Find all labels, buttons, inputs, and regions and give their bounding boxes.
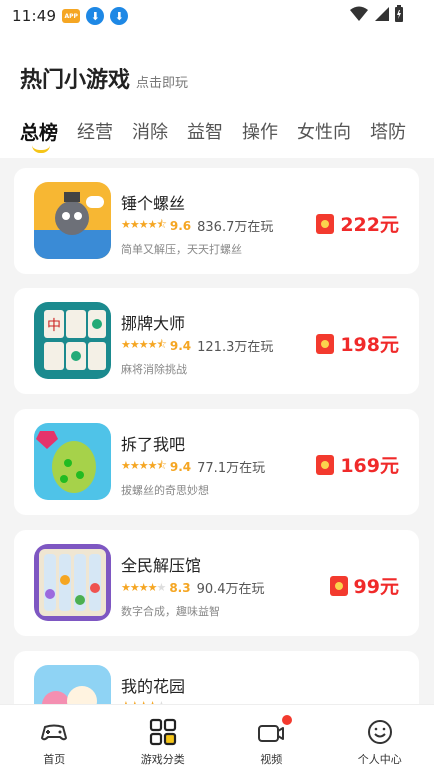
red-packet-icon <box>316 454 335 475</box>
player-count: 121.3万在玩 <box>197 340 274 355</box>
player-count: 90.4万在玩 <box>196 582 265 597</box>
red-packet-icon <box>329 575 348 596</box>
game-card[interactable]: 拆了我吧 ★★★★⯪ 9.4 77.1万在玩 拔螺丝的奇思妙想 169元 <box>14 409 419 515</box>
red-packet-icon <box>316 333 335 354</box>
wifi-icon <box>350 6 368 21</box>
category-tabs: 总榜 经营 消除 益智 操作 女性向 塔防 <box>20 118 425 153</box>
rating-row: ★★★★★ 8.3 90.4万在玩 <box>121 578 265 598</box>
nav-profile[interactable]: 个人中心 <box>326 705 434 772</box>
game-name: 全民解压馆 <box>121 556 202 575</box>
status-time: 11:49 <box>12 7 57 25</box>
page-title: 热门小游戏 <box>20 68 131 93</box>
game-list[interactable]: 锤个螺丝 ★★★★⯪ 9.6 836.7万在玩 简单又解压，天天打螺丝 222元… <box>0 158 434 704</box>
tab-active-indicator <box>32 145 50 153</box>
game-description: 拔螺丝的奇思妙想 <box>121 484 209 497</box>
tab-female[interactable]: 女性向 <box>297 118 351 145</box>
reward-amount: 198元 <box>340 334 399 356</box>
svg-text:中: 中 <box>47 318 61 334</box>
game-icon-mahjong: 中 <box>34 302 111 379</box>
nav-label: 个人中心 <box>357 753 402 766</box>
page-subtitle: 点击即玩 <box>136 76 189 91</box>
star-rating: ★★★★⯪ <box>121 338 167 351</box>
tab-action[interactable]: 操作 <box>242 118 278 145</box>
tab-label: 塔防 <box>370 122 407 143</box>
nav-video[interactable]: 视频 <box>217 705 326 772</box>
reward-amount: 169元 <box>340 455 399 477</box>
game-card[interactable]: 我的花园 ★★★★★ <box>14 651 419 704</box>
tab-business[interactable]: 经营 <box>77 118 113 145</box>
reward-amount: 99元 <box>353 576 399 598</box>
status-bar: 11:49 APP ⬇ ⬇ <box>0 0 434 32</box>
tab-match[interactable]: 消除 <box>132 118 168 145</box>
game-description: 麻将消除挑战 <box>121 363 187 376</box>
reward-amount: 222元 <box>340 214 399 236</box>
player-count: 77.1万在玩 <box>197 461 266 476</box>
smile-face-icon <box>367 720 392 744</box>
game-name: 挪牌大师 <box>121 314 186 333</box>
notification-dot <box>281 715 292 725</box>
star-rating: ★★★★★ <box>121 581 166 594</box>
tab-label: 女性向 <box>297 122 352 143</box>
rating-row: ★★★★⯪ 9.6 836.7万在玩 <box>121 216 273 235</box>
red-packet-icon <box>316 213 335 234</box>
app-notification-icon: APP <box>62 9 81 23</box>
reward-badge[interactable]: 198元 <box>316 330 399 357</box>
tab-puzzle[interactable]: 益智 <box>187 118 223 145</box>
tab-total[interactable]: 总榜 <box>20 118 59 153</box>
game-card[interactable]: 锤个螺丝 ★★★★⯪ 9.6 836.7万在玩 简单又解压，天天打螺丝 222元 <box>14 168 419 274</box>
battery-icon <box>395 5 403 22</box>
game-icon-garden <box>34 665 111 704</box>
download-icon-2: ⬇ <box>110 7 129 25</box>
tab-tower-defense[interactable]: 塔防 <box>370 118 406 145</box>
player-count: 836.7万在玩 <box>197 220 274 235</box>
game-description: 数字合成，趣味益智 <box>121 605 220 618</box>
nav-home[interactable]: 首页 <box>0 705 109 772</box>
gamepad-icon <box>41 724 68 741</box>
tab-label: 消除 <box>132 122 169 143</box>
rating-row: ★★★★⯪ 9.4 77.1万在玩 <box>121 457 265 476</box>
page-header: 热门小游戏 点击即玩 <box>20 62 188 94</box>
game-icon-screw <box>34 182 111 259</box>
tab-label: 操作 <box>242 122 279 143</box>
game-name: 锤个螺丝 <box>121 194 186 213</box>
rating-row: ★★★★⯪ 9.4 121.3万在玩 <box>121 336 273 355</box>
game-icon-stress-relief <box>34 544 111 621</box>
game-name: 我的花园 <box>121 677 186 696</box>
nav-label: 首页 <box>43 753 66 766</box>
nav-label: 视频 <box>260 753 283 766</box>
download-icon: ⬇ <box>86 7 105 25</box>
star-rating: ★★★★⯪ <box>121 459 167 472</box>
game-description: 简单又解压，天天打螺丝 <box>121 243 242 256</box>
tab-label: 益智 <box>187 122 224 143</box>
game-card[interactable]: 全民解压馆 ★★★★★ 8.3 90.4万在玩 数字合成，趣味益智 99元 <box>14 530 419 636</box>
reward-badge[interactable]: 99元 <box>329 572 399 599</box>
rating-score: 8.3 <box>169 580 191 595</box>
signal-icon <box>375 7 389 21</box>
grid-icon <box>149 718 176 746</box>
rating-score: 9.4 <box>169 338 192 353</box>
game-name: 拆了我吧 <box>121 435 186 454</box>
bottom-navigation: 首页 游戏分类 视频 个人中心 <box>0 704 434 772</box>
game-card[interactable]: 中 挪牌大师 ★★★★⯪ 9.4 121.3万在玩 麻将消除挑战 198元 <box>14 288 419 394</box>
rating-score: 9.6 <box>169 218 192 233</box>
game-icon-dismantle <box>34 423 111 500</box>
nav-label: 游戏分类 <box>140 753 185 766</box>
reward-badge[interactable]: 169元 <box>316 451 399 478</box>
tab-label: 总榜 <box>20 122 59 144</box>
star-rating: ★★★★⯪ <box>121 218 167 231</box>
tab-label: 经营 <box>77 122 114 143</box>
nav-game-categories[interactable]: 游戏分类 <box>109 705 218 772</box>
reward-badge[interactable]: 222元 <box>316 210 399 237</box>
rating-score: 9.4 <box>169 459 192 474</box>
